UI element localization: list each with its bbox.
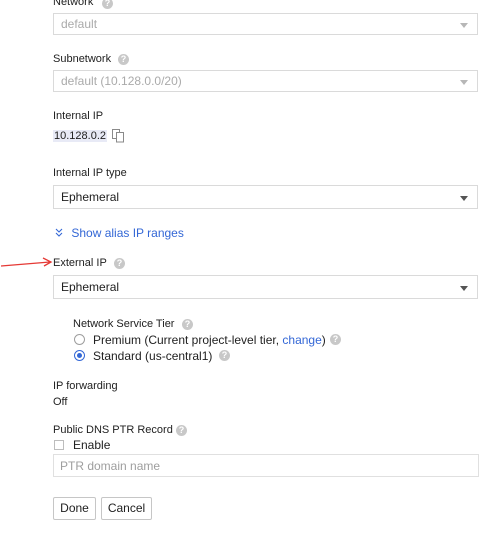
internal-ip-type-select[interactable]: Ephemeral <box>53 185 478 209</box>
premium-option[interactable]: Premium (Current project-level tier, cha… <box>93 333 326 347</box>
ip-forwarding-label: IP forwarding <box>53 380 118 392</box>
change-tier-link[interactable]: change <box>282 333 321 347</box>
public-dns-ptr-label: Public DNS PTR Record <box>53 424 173 436</box>
tier-help-icon[interactable]: ? <box>182 319 193 330</box>
internal-ip-type-label: Internal IP type <box>53 167 127 179</box>
annotation-arrow <box>0 256 54 270</box>
internal-ip-type-value: Ephemeral <box>61 190 120 204</box>
enable-label[interactable]: Enable <box>73 438 110 452</box>
premium-close: ) <box>321 333 326 347</box>
chevron-down-icon <box>460 286 468 291</box>
chevron-down-icon <box>460 196 468 201</box>
subnetwork-select-value: default (10.128.0.0/20) <box>61 74 182 88</box>
subnetwork-label: Subnetwork <box>53 53 112 65</box>
ptr-domain-name-input[interactable] <box>53 454 479 477</box>
standard-radio[interactable] <box>74 350 85 361</box>
network-help-icon[interactable]: ? <box>102 0 113 9</box>
network-select-value: default <box>61 17 98 31</box>
standard-label[interactable]: Standard (us-central1) <box>93 349 212 363</box>
chevron-down-icon <box>460 80 468 85</box>
network-select: default <box>53 13 478 35</box>
standard-help-icon[interactable]: ? <box>219 350 230 361</box>
premium-radio[interactable] <box>74 334 85 345</box>
ip-forwarding-value: Off <box>53 396 68 408</box>
internal-ip-value: 10.128.0.2 <box>53 130 107 142</box>
copy-icon[interactable] <box>112 129 125 143</box>
external-ip-value: Ephemeral <box>61 280 120 294</box>
subnetwork-help-icon[interactable]: ? <box>118 54 129 65</box>
show-alias-ip-ranges-link[interactable]: Show alias IP ranges <box>55 226 184 240</box>
premium-help-icon[interactable]: ? <box>330 334 341 345</box>
internal-ip-label: Internal IP <box>53 110 104 122</box>
done-button[interactable]: Done <box>53 497 96 520</box>
network-label: Network <box>53 0 94 8</box>
subnetwork-select: default (10.128.0.0/20) <box>53 70 478 92</box>
chevron-down-icon <box>460 23 468 28</box>
show-alias-label: Show alias IP ranges <box>71 226 184 240</box>
cancel-button[interactable]: Cancel <box>101 497 152 520</box>
premium-label: Premium (Current project-level tier, <box>93 333 283 347</box>
double-chevron-down-icon <box>55 226 65 240</box>
external-ip-label: External IP <box>53 257 107 269</box>
network-service-tier-label: Network Service Tier <box>73 318 175 330</box>
dns-help-icon[interactable]: ? <box>176 425 187 436</box>
external-ip-select[interactable]: Ephemeral <box>53 275 478 299</box>
enable-checkbox[interactable] <box>54 440 64 450</box>
external-ip-help-icon[interactable]: ? <box>114 258 125 269</box>
